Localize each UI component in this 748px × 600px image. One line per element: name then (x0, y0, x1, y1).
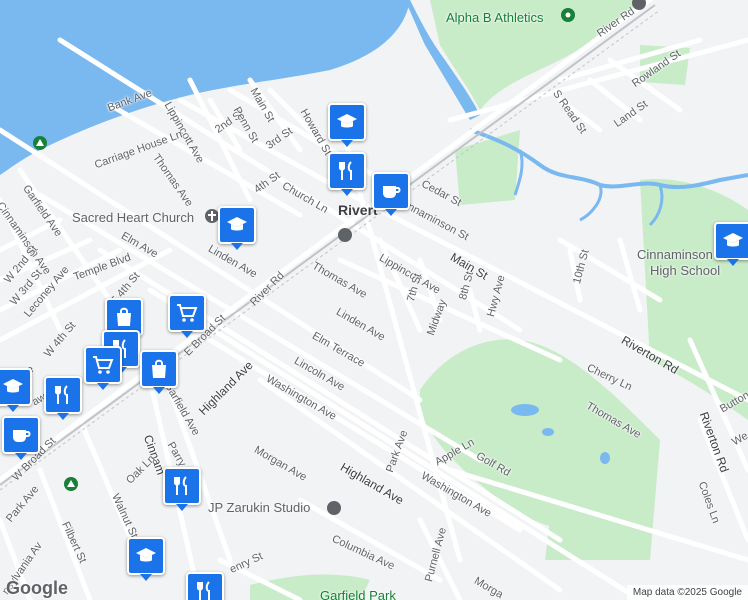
school-icon (723, 233, 743, 247)
restaurant-marker-garfield[interactable] (163, 467, 201, 511)
cafe-icon (13, 430, 31, 442)
school-icon (3, 379, 23, 393)
restaurant-icon (197, 581, 210, 600)
restaurant-icon (55, 385, 68, 404)
school-marker-howard[interactable] (328, 103, 366, 147)
school-marker-west[interactable] (0, 368, 32, 412)
transit-station-icon[interactable] (338, 228, 352, 242)
poi-cinnaminson-high-school-line1[interactable]: Cinnaminson (637, 247, 713, 262)
school-marker-sacred-heart[interactable] (218, 206, 256, 250)
poi-garfield-park[interactable]: Garfield Park (320, 588, 396, 600)
shopping-bag-icon (117, 307, 131, 326)
park-tree-icon[interactable] (33, 136, 47, 150)
park-tree-icon-south[interactable] (64, 477, 78, 491)
shopping-bag-icon (152, 359, 166, 378)
shopping-cart-marker-west[interactable] (84, 346, 122, 390)
poi-jp-zarukin-studio[interactable]: JP Zarukin Studio (208, 500, 310, 515)
poi-alpha-b-athletics[interactable]: Alpha B Athletics (446, 10, 544, 25)
school-icon (337, 114, 357, 128)
google-logo[interactable]: Google (6, 578, 68, 599)
restaurant-marker-south[interactable] (186, 572, 224, 600)
restaurant-icon (339, 161, 352, 180)
school-icon (136, 548, 156, 562)
school-icon (227, 217, 247, 231)
restaurant-marker-west[interactable] (44, 376, 82, 420)
studio-icon[interactable] (327, 501, 341, 515)
poi-cinnaminson-high-school-line2[interactable]: High School (650, 263, 720, 278)
school-marker-cinnaminson-hs[interactable] (714, 222, 748, 266)
cafe-marker-riverton[interactable] (372, 172, 410, 216)
shopping-marker-broad[interactable] (168, 294, 206, 338)
cafe-icon (383, 186, 401, 198)
map-canvas[interactable]: Alpha B Athletics Sacred Heart Church Ci… (0, 0, 748, 600)
park-pin-icon[interactable] (561, 8, 575, 22)
shopping-bag-marker-broad[interactable] (140, 350, 178, 394)
restaurant-marker-church[interactable] (328, 152, 366, 196)
poi-sacred-heart-church[interactable]: Sacred Heart Church (72, 210, 194, 225)
cafe-marker-west[interactable] (2, 416, 40, 460)
restaurant-icon (174, 476, 187, 495)
shopping-cart-icon (93, 356, 114, 374)
school-marker-walnut[interactable] (127, 537, 165, 581)
shopping-cart-icon (177, 304, 198, 322)
map-attribution[interactable]: Map data ©2025 Google (626, 585, 748, 600)
church-icon[interactable] (205, 209, 219, 223)
